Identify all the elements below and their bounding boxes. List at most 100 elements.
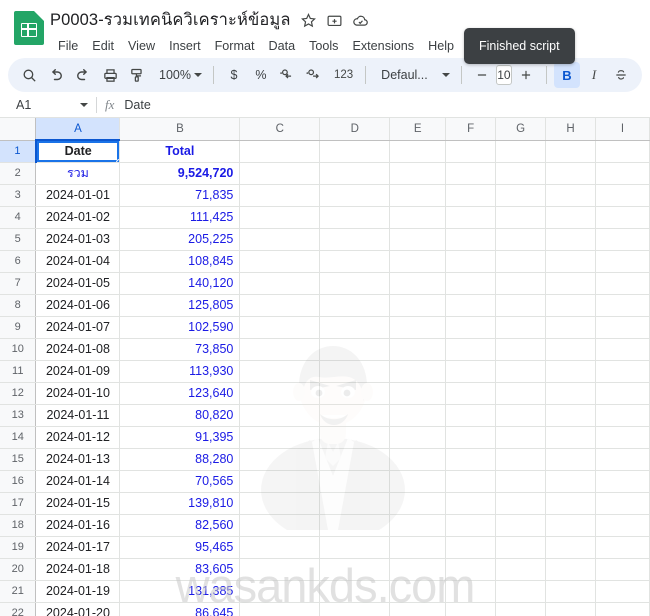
cell-A7[interactable]: 2024-01-05: [35, 272, 121, 295]
cell-D7[interactable]: [319, 272, 391, 295]
cell-D2[interactable]: [319, 162, 391, 185]
cell-B21[interactable]: 131,385: [119, 580, 241, 603]
cell-F8[interactable]: [445, 294, 497, 317]
row-header-14[interactable]: 14: [0, 426, 37, 449]
cell-B11[interactable]: 113,930: [119, 360, 241, 383]
cell-B14[interactable]: 91,395: [119, 426, 241, 449]
cell-A15[interactable]: 2024-01-13: [35, 448, 121, 471]
cell-E19[interactable]: [389, 536, 447, 559]
cell-E17[interactable]: [389, 492, 447, 515]
cell-A17[interactable]: 2024-01-15: [35, 492, 121, 515]
cell-D19[interactable]: [319, 536, 391, 559]
row-header-11[interactable]: 11: [0, 360, 37, 383]
cell-I14[interactable]: [595, 426, 650, 449]
menu-extensions[interactable]: Extensions: [345, 37, 421, 55]
cell-B19[interactable]: 95,465: [119, 536, 241, 559]
cell-F14[interactable]: [445, 426, 497, 449]
cell-D5[interactable]: [319, 228, 391, 251]
cell-C9[interactable]: [239, 316, 321, 339]
cell-B12[interactable]: 123,640: [119, 382, 241, 405]
cell-G4[interactable]: [495, 206, 547, 229]
menu-data[interactable]: Data: [261, 37, 302, 55]
cell-F4[interactable]: [445, 206, 497, 229]
cell-C22[interactable]: [239, 602, 321, 616]
cell-D11[interactable]: [319, 360, 391, 383]
cell-D3[interactable]: [319, 184, 391, 207]
cell-E12[interactable]: [389, 382, 447, 405]
cell-G19[interactable]: [495, 536, 547, 559]
cell-G12[interactable]: [495, 382, 547, 405]
cell-F18[interactable]: [445, 514, 497, 537]
cell-B10[interactable]: 73,850: [119, 338, 241, 361]
cell-D12[interactable]: [319, 382, 391, 405]
print-icon[interactable]: [97, 62, 123, 88]
cell-D4[interactable]: [319, 206, 391, 229]
row-header-2[interactable]: 2: [0, 162, 37, 185]
cell-G18[interactable]: [495, 514, 547, 537]
row-header-9[interactable]: 9: [0, 316, 37, 339]
cell-B3[interactable]: 71,835: [119, 184, 241, 207]
cell-H19[interactable]: [545, 536, 596, 559]
cell-I20[interactable]: [595, 558, 650, 581]
cell-E13[interactable]: [389, 404, 447, 427]
cell-C5[interactable]: [239, 228, 321, 251]
cell-H20[interactable]: [545, 558, 596, 581]
cell-H1[interactable]: [545, 140, 596, 163]
cell-C19[interactable]: [239, 536, 321, 559]
cell-I16[interactable]: [595, 470, 650, 493]
paint-format-icon[interactable]: [124, 62, 150, 88]
cell-I18[interactable]: [595, 514, 650, 537]
cell-I15[interactable]: [595, 448, 650, 471]
row-header-8[interactable]: 8: [0, 294, 37, 317]
cell-I3[interactable]: [595, 184, 650, 207]
cell-F9[interactable]: [445, 316, 497, 339]
cell-I7[interactable]: [595, 272, 650, 295]
cell-H5[interactable]: [545, 228, 596, 251]
cell-A10[interactable]: 2024-01-08: [35, 338, 121, 361]
cell-G16[interactable]: [495, 470, 547, 493]
document-title[interactable]: P0003-รวมเทคนิควิเคราะห์ข้อมูล: [50, 7, 291, 33]
cell-H14[interactable]: [545, 426, 596, 449]
cell-A16[interactable]: 2024-01-14: [35, 470, 121, 493]
cell-A14[interactable]: 2024-01-12: [35, 426, 121, 449]
cell-D14[interactable]: [319, 426, 391, 449]
cell-I10[interactable]: [595, 338, 650, 361]
cell-H12[interactable]: [545, 382, 596, 405]
cell-A8[interactable]: 2024-01-06: [35, 294, 121, 317]
column-header-i[interactable]: I: [595, 118, 650, 141]
cell-G1[interactable]: [495, 140, 547, 163]
menu-help[interactable]: Help: [421, 37, 461, 55]
menu-format[interactable]: Format: [208, 37, 262, 55]
cell-I4[interactable]: [595, 206, 650, 229]
column-header-h[interactable]: H: [545, 118, 596, 141]
decrease-decimal-button[interactable]: [275, 62, 301, 88]
cell-B8[interactable]: 125,805: [119, 294, 241, 317]
cell-C1[interactable]: [239, 140, 321, 163]
row-header-19[interactable]: 19: [0, 536, 37, 559]
cell-I13[interactable]: [595, 404, 650, 427]
cell-H6[interactable]: [545, 250, 596, 273]
cell-F19[interactable]: [445, 536, 497, 559]
cell-H15[interactable]: [545, 448, 596, 471]
row-header-15[interactable]: 15: [0, 448, 37, 471]
cell-E21[interactable]: [389, 580, 447, 603]
cell-I9[interactable]: [595, 316, 650, 339]
redo-icon[interactable]: [70, 62, 96, 88]
cell-B7[interactable]: 140,120: [119, 272, 241, 295]
select-all-corner[interactable]: [0, 118, 37, 141]
cell-B18[interactable]: 82,560: [119, 514, 241, 537]
cell-C10[interactable]: [239, 338, 321, 361]
cell-A4[interactable]: 2024-01-02: [35, 206, 121, 229]
menu-tools[interactable]: Tools: [302, 37, 345, 55]
cell-G20[interactable]: [495, 558, 547, 581]
cell-C16[interactable]: [239, 470, 321, 493]
column-header-g[interactable]: G: [495, 118, 547, 141]
column-header-d[interactable]: D: [319, 118, 391, 141]
decrease-font-size-button[interactable]: [469, 62, 495, 88]
cell-D9[interactable]: [319, 316, 391, 339]
cell-I6[interactable]: [595, 250, 650, 273]
menu-view[interactable]: View: [121, 37, 162, 55]
row-header-17[interactable]: 17: [0, 492, 37, 515]
cell-H17[interactable]: [545, 492, 596, 515]
cell-B6[interactable]: 108,845: [119, 250, 241, 273]
